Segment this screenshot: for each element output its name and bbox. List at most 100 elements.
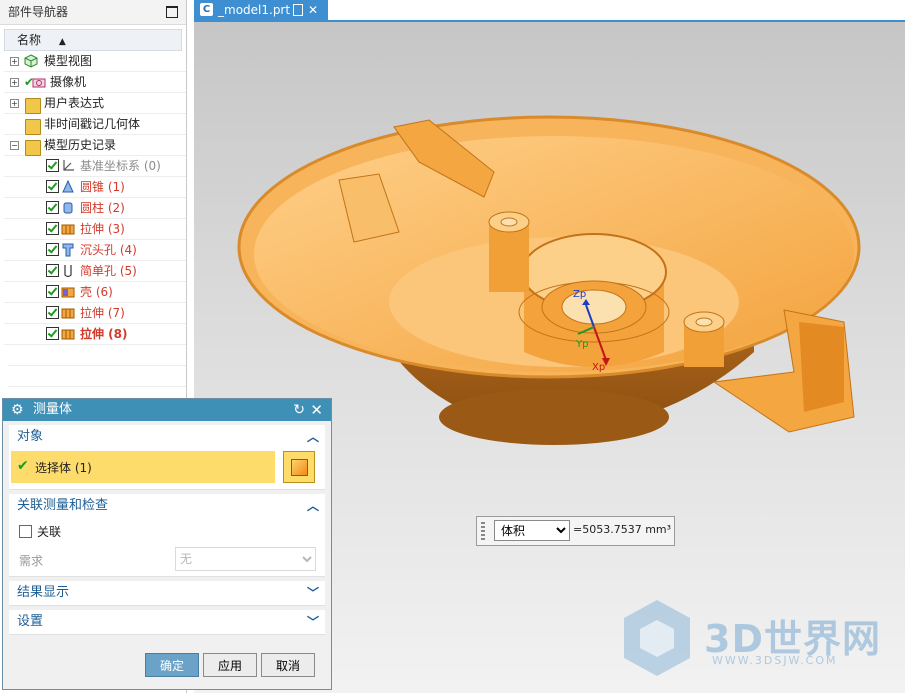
expand-icon[interactable]: + [10,57,19,66]
maximize-icon[interactable] [166,6,178,18]
tree-item-label: 简单孔 (5) [80,264,137,278]
reset-icon[interactable]: ↻ [293,399,305,421]
counterbore-hole-icon [62,243,74,257]
tree-item-non-timestamp-geometry[interactable]: 非时间戳记几何体 [4,114,186,135]
empty-row [8,366,186,387]
section-header-settings[interactable]: 设置 ﹀ [9,610,325,634]
close-icon[interactable]: ✕ [308,0,318,20]
navigator-title-bar: 部件导航器 [0,0,186,25]
chevron-down-icon[interactable]: ﹀ [307,610,319,634]
simple-hole-icon [64,265,72,278]
tree-item-label: 基准坐标系 (0) [80,159,161,173]
chevron-up-icon[interactable]: ︿ [307,494,319,518]
visibility-checkbox[interactable] [46,243,59,256]
cone-icon [62,180,74,193]
visibility-checkbox[interactable] [46,285,59,298]
tree-item-label: 用户表达式 [44,96,105,110]
camera-icon [32,78,46,88]
select-body-label: 选择体 (1) [35,461,92,475]
expand-icon[interactable]: + [10,99,19,108]
tree-item-model-views[interactable]: + 模型视图 [4,51,186,72]
tree-item-cone[interactable]: 圆锥 (1) [4,177,186,198]
visibility-checkbox[interactable] [46,264,59,277]
measure-readout: 体积 =5053.7537 mm³ [476,516,675,546]
select-body-row: ✔ 选择体 (1) [11,449,323,485]
visibility-checkbox[interactable] [46,222,59,235]
section-title: 关联测量和检查 [17,498,109,513]
tree-item-label: 模型视图 [44,54,93,68]
measure-type-select[interactable]: 体积 [494,520,570,541]
volume-value: =5053.7537 mm³ [573,523,672,536]
drag-handle-icon[interactable] [481,522,485,540]
tree-item-extrude-8[interactable]: 拉伸 (8) [4,324,186,345]
tree-item-camera[interactable]: + ✔ 摄像机 [4,72,186,93]
folder-open-icon [25,140,41,156]
section-title: 对象 [17,429,44,444]
chevron-up-icon[interactable]: ︿ [307,425,319,449]
extrude-icon [61,224,75,235]
tree-item-datum-csys[interactable]: 基准坐标系 (0) [4,156,186,177]
section-results: 结果显示 ﹀ [9,581,325,606]
shell-icon [61,287,75,298]
visibility-checkbox[interactable] [46,180,59,193]
cylinder-icon [63,202,73,214]
tree-item-shell[interactable]: 壳 (6) [4,282,186,303]
tree-item-extrude-3[interactable]: 拉伸 (3) [4,219,186,240]
measure-bodies-dialog: ⚙ 测量体 ↻ ✕ 对象 ︿ ✔ 选择体 (1) 关联测量和检查 ︿ 关联 需求… [2,398,332,690]
section-header-associative[interactable]: 关联测量和检查 ︿ [9,494,325,518]
dialog-title-bar[interactable]: ⚙ 测量体 ↻ ✕ [3,399,331,421]
associative-label: 关联 [37,525,62,539]
tree-item-user-expressions[interactable]: + 用户表达式 [4,93,186,114]
gear-icon[interactable]: ⚙ [11,399,24,421]
collapse-icon[interactable]: − [10,141,19,150]
watermark-url: WWW.3DSJW.COM [712,654,838,667]
part-file-icon: C [200,3,213,16]
watermark: 3D世界网 WWW.3DSJW.COM [622,598,892,678]
model-views-icon [24,54,38,68]
section-header-object[interactable]: 对象 ︿ [9,425,325,449]
watermark-logo-icon [624,600,690,676]
visibility-checkbox[interactable] [46,306,59,319]
requirement-row: 需求 无 [9,544,325,576]
section-header-results[interactable]: 结果显示 ﹀ [9,581,325,605]
select-body-button[interactable] [283,451,315,483]
tree-item-label: 圆柱 (2) [80,201,125,215]
visibility-checkbox[interactable] [46,201,59,214]
tree-item-label: 沉头孔 (4) [80,243,137,257]
tree-item-label: 壳 (6) [80,285,113,299]
chevron-down-icon[interactable]: ﹀ [307,581,319,605]
tree-item-counterbore-hole[interactable]: 沉头孔 (4) [4,240,186,261]
tree-item-label: 拉伸 (7) [80,306,125,320]
select-body-field[interactable]: ✔ 选择体 (1) [11,451,275,483]
navigator-tree: + 模型视图 + ✔ 摄像机 + 用户表达式 非时间戳记几何体 − 模型历史记录… [4,51,186,408]
tree-item-simple-hole[interactable]: 简单孔 (5) [4,261,186,282]
tree-item-label: 模型历史记录 [44,138,117,152]
tree-item-extrude-7[interactable]: 拉伸 (7) [4,303,186,324]
visibility-checkbox[interactable] [46,159,59,172]
section-title: 结果显示 [17,585,70,600]
axis-label-y: Yp [575,339,588,350]
extrude-icon [61,329,75,340]
navigator-title: 部件导航器 [8,5,69,19]
visibility-checkbox[interactable] [46,327,59,340]
close-icon[interactable]: ✕ [310,399,323,421]
solid-body-icon [291,459,308,476]
section-object: 对象 ︿ ✔ 选择体 (1) [9,425,325,490]
requirement-select[interactable]: 无 [175,547,316,571]
dialog-title: 测量体 [33,402,73,417]
tree-item-model-history[interactable]: − 模型历史记录 [4,135,186,156]
requirement-label: 需求 [19,554,44,568]
pin-icon[interactable] [293,4,303,16]
apply-button[interactable]: 应用 [203,653,257,677]
tab-model1[interactable]: C _model1.prt ✕ [194,0,328,20]
section-associative: 关联测量和检查 ︿ 关联 需求 无 [9,494,325,577]
tree-item-cylinder[interactable]: 圆柱 (2) [4,198,186,219]
empty-row [8,345,186,366]
axis-label-z: Zp [573,289,586,300]
expand-icon[interactable]: + [10,78,19,87]
ok-button[interactable]: 确定 [145,653,199,677]
associative-checkbox[interactable] [19,525,32,538]
dialog-buttons: 确定 应用 取消 [3,650,331,680]
cancel-button[interactable]: 取消 [261,653,315,677]
navigator-column-header[interactable]: 名称 ▲ [4,29,182,51]
